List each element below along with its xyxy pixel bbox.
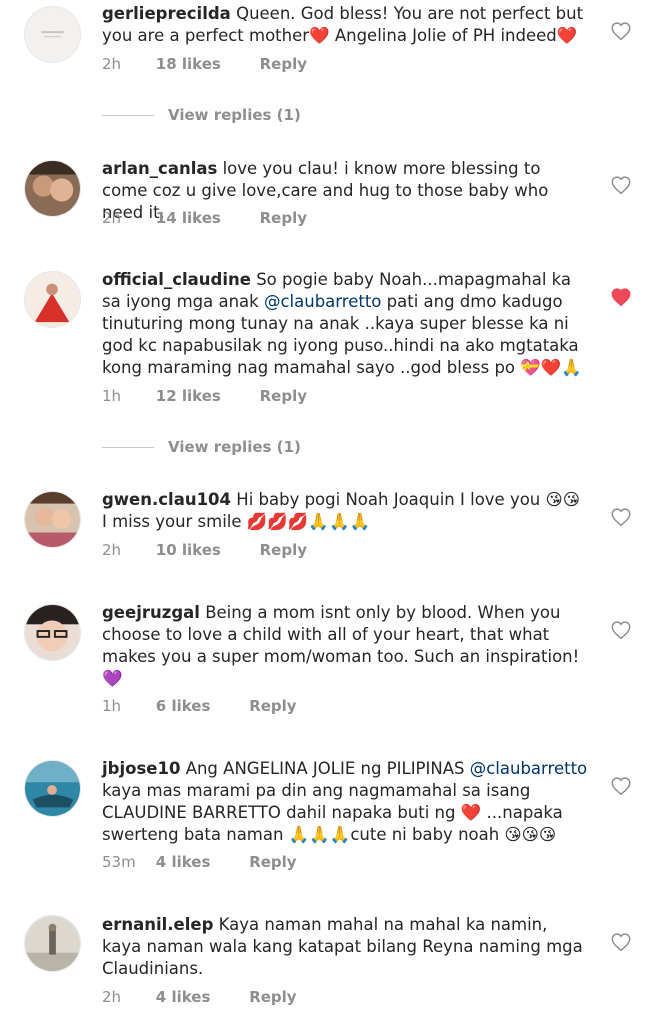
- heart-icon[interactable]: [610, 174, 632, 196]
- comment-username[interactable]: gerlieprecilda: [102, 4, 231, 23]
- comment-username[interactable]: geejruzgal: [102, 603, 200, 622]
- avatar[interactable]: [24, 760, 81, 817]
- avatar[interactable]: [24, 915, 81, 972]
- comment-username[interactable]: jbjose10: [102, 759, 180, 778]
- view-replies[interactable]: View replies (1): [102, 438, 301, 456]
- comment-time: 2h: [102, 55, 122, 73]
- comment-likes[interactable]: 4 likes: [156, 988, 211, 1006]
- comment-username[interactable]: ernanil.elep: [102, 915, 213, 934]
- comment-body: gerlieprecilda Queen. God bless! You are…: [102, 3, 590, 47]
- avatar[interactable]: [24, 160, 81, 217]
- avatar[interactable]: [24, 271, 81, 328]
- comment-meta: 2h 14 likes Reply: [102, 209, 307, 227]
- reply-button[interactable]: Reply: [249, 853, 296, 871]
- comment-likes[interactable]: 14 likes: [156, 209, 221, 227]
- comment-text-continued: kaya mas marami pa din ang nagmamahal sa…: [102, 781, 563, 844]
- comment-time: 2h: [102, 988, 122, 1006]
- reply-button[interactable]: Reply: [249, 697, 296, 715]
- comment-text: Ang ANGELINA JOLIE ng PILIPINAS: [185, 759, 470, 778]
- comment-meta: 1h 12 likes Reply: [102, 387, 307, 405]
- comment-body: gwen.clau104 Hi baby pogi Noah Joaquin I…: [102, 489, 590, 533]
- comment-meta: 53m 4 likes Reply: [102, 853, 297, 871]
- avatar[interactable]: [24, 491, 81, 548]
- heart-icon[interactable]: [610, 20, 632, 42]
- avatar[interactable]: [24, 6, 81, 63]
- comment-likes[interactable]: 4 likes: [156, 853, 211, 871]
- comment-body: official_claudine So pogie baby Noah...m…: [102, 269, 590, 379]
- comment-username[interactable]: gwen.clau104: [102, 490, 231, 509]
- avatar[interactable]: [24, 604, 81, 661]
- heart-icon[interactable]: [610, 619, 632, 641]
- comment-username[interactable]: official_claudine: [102, 270, 251, 289]
- reply-button[interactable]: Reply: [260, 541, 307, 559]
- reply-button[interactable]: Reply: [249, 988, 296, 1006]
- comment-likes[interactable]: 12 likes: [156, 387, 221, 405]
- comment-time: 2h: [102, 541, 122, 559]
- reply-button[interactable]: Reply: [260, 55, 307, 73]
- comment-meta: 2h 10 likes Reply: [102, 541, 307, 559]
- comment-body: jbjose10 Ang ANGELINA JOLIE ng PILIPINAS…: [102, 758, 590, 846]
- comment-meta: 1h 6 likes Reply: [102, 697, 297, 715]
- comment-body: ernanil.elep Kaya naman mahal na mahal k…: [102, 914, 590, 980]
- comment-username[interactable]: arlan_canlas: [102, 159, 217, 178]
- mention-link[interactable]: @claubarretto: [264, 292, 381, 311]
- comment-meta: 2h 18 likes Reply: [102, 55, 307, 73]
- comment-time: 53m: [102, 853, 136, 871]
- comment-body: geejruzgal Being a mom isnt only by bloo…: [102, 602, 590, 690]
- divider-line: [102, 447, 154, 448]
- comment-likes[interactable]: 10 likes: [156, 541, 221, 559]
- view-replies-label[interactable]: View replies (1): [168, 106, 301, 124]
- comment-time: 1h: [102, 387, 122, 405]
- heart-icon[interactable]: [610, 931, 632, 953]
- heart-icon[interactable]: [610, 286, 632, 308]
- heart-icon[interactable]: [610, 506, 632, 528]
- view-replies[interactable]: View replies (1): [102, 106, 301, 124]
- view-replies-label[interactable]: View replies (1): [168, 438, 301, 456]
- reply-button[interactable]: Reply: [260, 209, 307, 227]
- mention-link[interactable]: @claubarretto: [470, 759, 587, 778]
- comment-time: 2h: [102, 209, 122, 227]
- heart-icon[interactable]: [610, 775, 632, 797]
- comment-likes[interactable]: 6 likes: [156, 697, 211, 715]
- divider-line: [102, 115, 154, 116]
- reply-button[interactable]: Reply: [260, 387, 307, 405]
- comment-time: 1h: [102, 697, 122, 715]
- comment-likes[interactable]: 18 likes: [156, 55, 221, 73]
- comment-meta: 2h 4 likes Reply: [102, 988, 297, 1006]
